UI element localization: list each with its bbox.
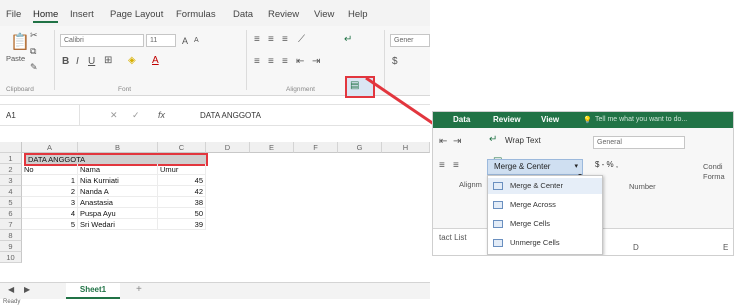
tell-me-input[interactable]: Tell me what you want to do... <box>595 116 687 123</box>
menu-unmerge-cells[interactable]: Unmerge Cells <box>488 235 602 251</box>
merge-across-icon <box>493 201 503 209</box>
menu-merge-across-label: Merge Across <box>510 200 556 209</box>
menu-unmerge-cells-label: Unmerge Cells <box>510 238 560 247</box>
lightbulb-icon: 💡 <box>583 117 592 124</box>
menu-merge-center[interactable]: Merge & Center <box>488 178 602 194</box>
outdent-icon[interactable]: ⇥ <box>453 136 461 147</box>
ribbon-tabs: Data Review View 💡 Tell me what you want… <box>433 112 733 128</box>
wrap-text-icon: ↵ <box>489 134 498 145</box>
menu-merge-cells-label: Merge Cells <box>510 219 551 228</box>
merge-center-button[interactable]: Merge & Center ▾ <box>487 159 583 175</box>
merge-cells-icon <box>493 220 503 228</box>
conditional-format-button[interactable]: Condi <box>703 162 723 171</box>
number-format-box[interactable]: General <box>593 136 685 149</box>
menu-merge-across[interactable]: Merge Across <box>488 197 602 213</box>
menu-merge-cells[interactable]: Merge Cells <box>488 216 602 232</box>
menu-merge-center-label: Merge & Center <box>510 181 563 190</box>
merge-center-label: Merge & Center <box>494 162 551 171</box>
number-symbols[interactable]: $ - % , <box>595 158 618 172</box>
merge-center-icon <box>493 182 503 190</box>
wrap-text-button[interactable]: Wrap Text <box>505 134 541 148</box>
tab-review[interactable]: Review <box>493 115 521 124</box>
indent-icon[interactable]: ⇤ <box>439 136 447 147</box>
format-table-button[interactable]: Forma <box>703 172 725 181</box>
contact-list-text: tact List <box>439 233 467 242</box>
merge-dropdown-menu: Merge & Center Merge Across Merge Cells … <box>487 175 603 255</box>
number-group-label: Number <box>629 182 656 191</box>
zoomed-ribbon: Data Review View 💡 Tell me what you want… <box>432 111 734 256</box>
alignment-group-label: Alignm <box>459 180 482 189</box>
tab-view[interactable]: View <box>541 115 559 124</box>
unmerge-cells-icon <box>493 239 503 247</box>
align-left-icon[interactable]: ≡ <box>439 160 445 171</box>
column-header[interactable]: E <box>723 243 728 252</box>
column-header[interactable]: D <box>633 243 639 252</box>
tab-data[interactable]: Data <box>453 115 470 124</box>
align-center-icon[interactable]: ≡ <box>453 160 459 171</box>
